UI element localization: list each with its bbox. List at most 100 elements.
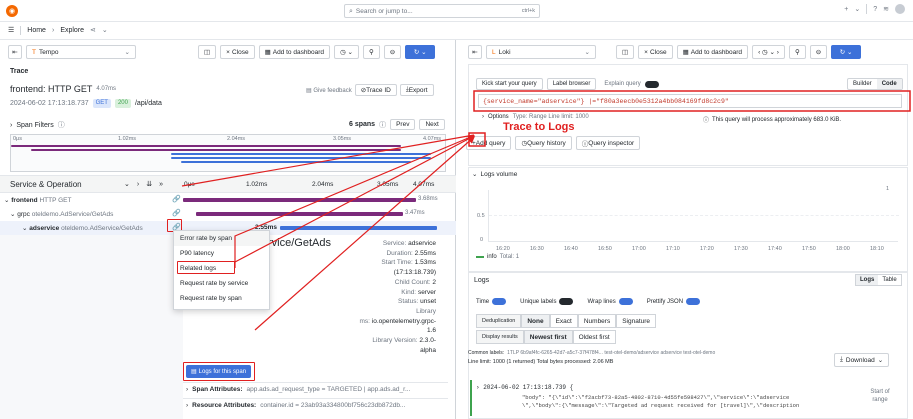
datasource-picker[interactable]: L Loki ⌄ bbox=[486, 45, 596, 59]
unique-labels-toggle[interactable]: Unique labels bbox=[520, 298, 574, 305]
span-row[interactable]: ⌄ frontend HTTP GET 🔗 3.68ms bbox=[0, 193, 456, 207]
query-input[interactable]: {service_name="adservice"} |="f80a3eecb0… bbox=[478, 94, 902, 108]
share-icon[interactable]: ⋖ bbox=[90, 27, 96, 34]
x-tick: 16:40 bbox=[564, 246, 578, 252]
trace-minimap[interactable]: 0μs 1.02ms 2.04ms 3.05ms 4.07ms bbox=[10, 134, 446, 172]
label-browser-button[interactable]: Label browser bbox=[546, 78, 597, 90]
collapse-icon[interactable]: ⇤ bbox=[8, 45, 22, 59]
run-query-button[interactable]: ↻ ⌄ bbox=[405, 45, 436, 59]
grafana-logo-icon[interactable]: ◉ bbox=[6, 5, 18, 17]
x-tick: 17:20 bbox=[700, 246, 714, 252]
menu-item-error-rate[interactable]: Error rate by span bbox=[174, 231, 269, 246]
plus-icon[interactable]: + bbox=[844, 6, 848, 13]
table-tab[interactable]: Table bbox=[878, 275, 900, 285]
close-button[interactable]: × Close bbox=[638, 45, 673, 59]
span-detail-gutter bbox=[0, 235, 183, 419]
y-tick: 0 bbox=[480, 237, 484, 243]
close-button[interactable]: × Close bbox=[220, 45, 255, 59]
prettify-json-toggle[interactable]: Prettify JSON bbox=[647, 298, 701, 305]
query-inspector-button[interactable]: ⓘ Query inspector bbox=[575, 136, 641, 150]
query-options[interactable]: › Options Type: Range Line limit: 1000 bbox=[482, 114, 589, 120]
add-to-dashboard-button[interactable]: ▦ Add to dashboard bbox=[676, 45, 749, 59]
chevron-right-icon[interactable]: › bbox=[137, 181, 139, 188]
dedup-numbers[interactable]: Numbers bbox=[577, 314, 617, 328]
detail-row: Start Time: 1.53ms bbox=[381, 259, 436, 267]
right-actions: ◫ × Close ▦ Add to dashboard ‹ ◷ ⌄ › ⚲ ⊖ ↻… bbox=[616, 45, 862, 59]
code-tab[interactable]: Code bbox=[876, 79, 902, 89]
logs-volume-plot[interactable] bbox=[488, 190, 899, 242]
toggle-on bbox=[618, 298, 633, 305]
link-icon[interactable]: 🔗 bbox=[172, 209, 181, 217]
logs-volume-header[interactable]: ⌄ Logs volume bbox=[472, 170, 517, 179]
start-of-range-button[interactable]: Start of range bbox=[862, 388, 898, 404]
collapse-all-icon[interactable]: ⇊ bbox=[146, 180, 152, 188]
tick-label: 1.02ms bbox=[246, 181, 268, 188]
trace-id-button[interactable]: ⊘ Trace ID bbox=[354, 84, 397, 96]
datasource-picker[interactable]: T Tempo ⌄ bbox=[26, 45, 136, 59]
time-picker-button[interactable]: ◷ ⌄ bbox=[334, 45, 359, 59]
divider bbox=[183, 382, 448, 383]
chevron-down-icon: ⌄ bbox=[584, 49, 590, 56]
news-icon[interactable]: ≋ bbox=[883, 6, 889, 13]
add-query-button[interactable]: + Add query bbox=[466, 136, 512, 150]
log-row[interactable]: › 2024-06-02 17:13:18.739 { bbox=[476, 384, 573, 391]
next-button[interactable]: Next bbox=[419, 119, 445, 130]
prev-button[interactable]: Prev bbox=[390, 119, 416, 130]
menu-item-p90-latency[interactable]: P90 latency bbox=[174, 246, 269, 261]
mini-tick: 1.02ms bbox=[118, 136, 137, 142]
close-icon: × bbox=[226, 48, 230, 56]
logs-pane: ⇤ L Loki ⌄ ◫ × Close ▦ Add to dashboard ‹ … bbox=[462, 40, 913, 419]
span-detail-list: Service: adservice Duration: 2.55ms Star… bbox=[300, 239, 436, 355]
zoom-out-icon[interactable]: ⊖ bbox=[809, 45, 828, 59]
logs-tab[interactable]: Logs bbox=[856, 275, 879, 285]
download-button[interactable]: ⤓ Download ⌄ bbox=[834, 353, 890, 367]
breadcrumb-home[interactable]: Home bbox=[27, 27, 46, 34]
span-filters[interactable]: › Span Filters ⓘ bbox=[10, 120, 65, 130]
query-history-button[interactable]: ◷ Query history bbox=[515, 136, 572, 150]
dedup-none[interactable]: None bbox=[521, 314, 550, 328]
tick-label: 2.04ms bbox=[312, 181, 334, 188]
dedup-exact[interactable]: Exact bbox=[549, 314, 578, 328]
split-icon[interactable]: ◫ bbox=[198, 45, 217, 59]
top-bar: ◉ ⌕ Search or jump to... ctrl+k + ⌄ ? ≋ bbox=[0, 0, 913, 22]
zoom-out-icon[interactable]: ⊖ bbox=[383, 45, 402, 59]
time-picker-button[interactable]: ‹ ◷ ⌄ › bbox=[752, 45, 785, 59]
newest-first[interactable]: Newest first bbox=[523, 330, 573, 344]
span-row[interactable]: ⌄ grpc oteldemo.AdService/GetAds 🔗 3.47m… bbox=[0, 207, 456, 221]
oldest-first[interactable]: Oldest first bbox=[572, 330, 616, 344]
span-attributes[interactable]: › Span Attributes: app.ads.ad_request_ty… bbox=[186, 386, 410, 393]
log-toggles: Time Unique labels Wrap lines Prettify J… bbox=[476, 298, 701, 305]
help-icon[interactable]: ? bbox=[873, 6, 877, 13]
builder-tab[interactable]: Builder bbox=[848, 79, 877, 89]
search-input[interactable]: ⌕ Search or jump to... ctrl+k bbox=[344, 4, 540, 18]
split-icon[interactable]: ◫ bbox=[616, 45, 635, 59]
kick-start-button[interactable]: Kick start your query bbox=[476, 78, 543, 90]
breadcrumb-explore[interactable]: Explore bbox=[60, 27, 84, 34]
wrap-lines-toggle[interactable]: Wrap lines bbox=[587, 298, 633, 305]
span-op: oteldemo.AdService/GetAds bbox=[61, 225, 143, 232]
link-icon[interactable]: ⚲ bbox=[363, 45, 380, 59]
avatar[interactable] bbox=[895, 4, 905, 14]
link-icon[interactable]: 🔗 bbox=[172, 195, 181, 203]
dedup-signature[interactable]: Signature bbox=[616, 314, 657, 328]
menu-icon[interactable]: ☰ bbox=[8, 27, 14, 34]
span-service: adservice bbox=[29, 225, 60, 232]
give-feedback-link[interactable]: ▤ Give feedback bbox=[306, 87, 352, 94]
link-icon[interactable]: ⚲ bbox=[788, 45, 806, 59]
chevron-down-icon[interactable]: ⌄ bbox=[102, 27, 108, 34]
run-query-button[interactable]: ↻ ⌄ bbox=[831, 45, 862, 59]
add-to-dashboard-button[interactable]: ▦ Add to dashboard bbox=[258, 45, 331, 59]
menu-item-request-rate-service[interactable]: Request rate by service bbox=[174, 276, 269, 291]
export-button[interactable]: ⤓ Export bbox=[399, 84, 434, 96]
x-tick: 17:40 bbox=[768, 246, 782, 252]
explain-toggle[interactable] bbox=[644, 80, 659, 88]
resource-attributes[interactable]: › Resource Attributes: container.id = 23… bbox=[186, 402, 405, 409]
collapse-icon[interactable]: ⇤ bbox=[468, 45, 482, 59]
expand-all-icon[interactable]: » bbox=[159, 181, 163, 188]
chevron-down-icon[interactable]: ⌄ bbox=[124, 180, 130, 188]
time-toggle[interactable]: Time bbox=[476, 298, 507, 305]
log-body-line: "body": "{\"id\":\"f2acbf73-82a5-4802-87… bbox=[522, 394, 790, 401]
menu-item-request-rate-span[interactable]: Request rate by span bbox=[174, 291, 269, 306]
tick-label: 4.07ms bbox=[413, 181, 435, 188]
chevron-down-icon[interactable]: ⌄ bbox=[854, 6, 860, 13]
